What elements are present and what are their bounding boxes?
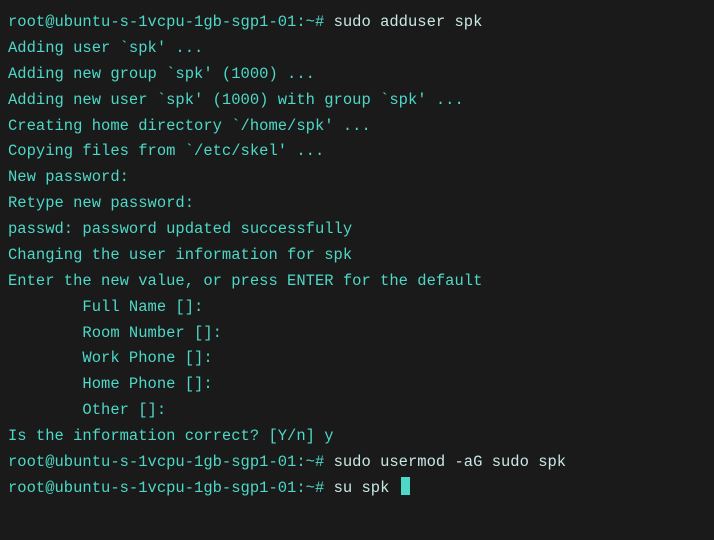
output-text: Changing the user information for spk	[8, 246, 352, 264]
prompt: root@ubuntu-s-1vcpu-1gb-sgp1-01:~#	[8, 453, 324, 471]
terminal-line: Copying files from `/etc/skel' ...	[8, 139, 706, 165]
terminal-line: Adding new group `spk' (1000) ...	[8, 62, 706, 88]
terminal-line: New password:	[8, 165, 706, 191]
terminal-line: Retype new password:	[8, 191, 706, 217]
terminal-line: root@ubuntu-s-1vcpu-1gb-sgp1-01:~# sudo …	[8, 10, 706, 36]
output-text: Room Number []:	[8, 324, 222, 342]
output-text: Creating home directory `/home/spk' ...	[8, 117, 371, 135]
terminal-line: root@ubuntu-s-1vcpu-1gb-sgp1-01:~# sudo …	[8, 450, 706, 476]
terminal-line: Is the information correct? [Y/n] y	[8, 424, 706, 450]
cursor	[401, 477, 410, 495]
terminal-line: Other []:	[8, 398, 706, 424]
prompt: root@ubuntu-s-1vcpu-1gb-sgp1-01:~#	[8, 479, 324, 497]
terminal-line: Adding user `spk' ...	[8, 36, 706, 62]
command-text: sudo adduser spk	[324, 13, 482, 31]
terminal-line: Enter the new value, or press ENTER for …	[8, 269, 706, 295]
output-text: Work Phone []:	[8, 349, 213, 367]
terminal-line: passwd: password updated successfully	[8, 217, 706, 243]
output-text: Adding new group `spk' (1000) ...	[8, 65, 315, 83]
command-text: su spk	[324, 479, 398, 497]
prompt: root@ubuntu-s-1vcpu-1gb-sgp1-01:~#	[8, 13, 324, 31]
terminal-line: Creating home directory `/home/spk' ...	[8, 114, 706, 140]
terminal-line: Work Phone []:	[8, 346, 706, 372]
terminal-line: root@ubuntu-s-1vcpu-1gb-sgp1-01:~# su sp…	[8, 476, 706, 502]
terminal[interactable]: root@ubuntu-s-1vcpu-1gb-sgp1-01:~# sudo …	[8, 10, 706, 502]
output-text: Adding user `spk' ...	[8, 39, 203, 57]
command-text: sudo usermod -aG sudo spk	[324, 453, 566, 471]
output-text: Is the information correct? [Y/n] y	[8, 427, 334, 445]
output-text: Enter the new value, or press ENTER for …	[8, 272, 482, 290]
output-text: Other []:	[8, 401, 166, 419]
output-text: passwd: password updated successfully	[8, 220, 352, 238]
output-text: Home Phone []:	[8, 375, 213, 393]
terminal-line: Adding new user `spk' (1000) with group …	[8, 88, 706, 114]
output-text: Retype new password:	[8, 194, 194, 212]
terminal-line: Home Phone []:	[8, 372, 706, 398]
output-text: Full Name []:	[8, 298, 203, 316]
output-text: Copying files from `/etc/skel' ...	[8, 142, 324, 160]
terminal-line: Room Number []:	[8, 321, 706, 347]
output-text: Adding new user `spk' (1000) with group …	[8, 91, 464, 109]
terminal-line: Changing the user information for spk	[8, 243, 706, 269]
terminal-line: Full Name []:	[8, 295, 706, 321]
output-text: New password:	[8, 168, 129, 186]
